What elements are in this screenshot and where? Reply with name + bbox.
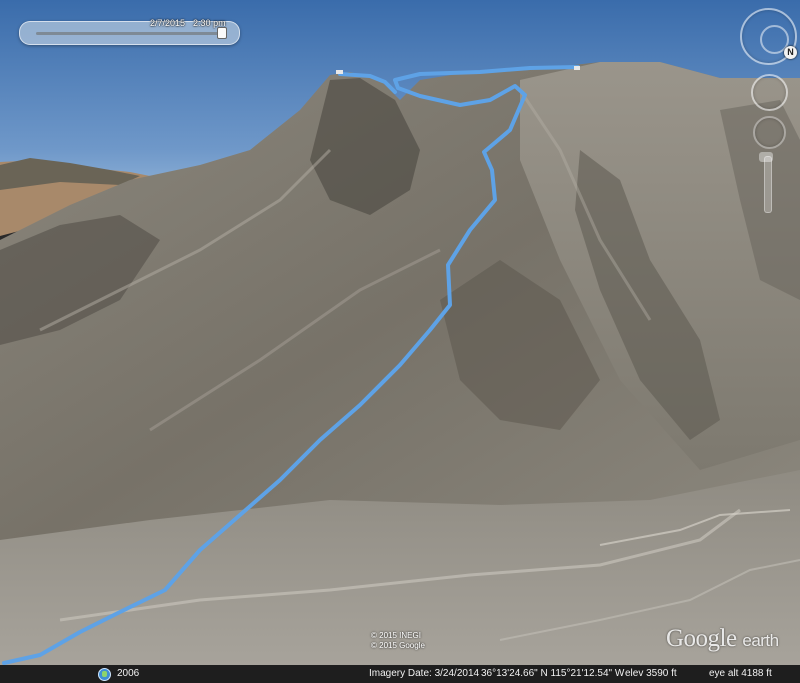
zoom-slider[interactable] (764, 156, 772, 213)
google-earth-logo: Google earth (666, 625, 779, 653)
move-joystick[interactable] (753, 116, 786, 149)
imagery-attribution: © 2015 INEGI © 2015 Google (371, 631, 425, 651)
historical-imagery-icon[interactable] (98, 668, 111, 681)
elevation-readout: elev 3590 ft (625, 668, 677, 679)
north-up-button[interactable]: N (784, 46, 797, 59)
imagery-date: Imagery Date: 3/24/2014 (369, 668, 480, 679)
summit-flag-left (336, 70, 343, 74)
time-slider-thumb[interactable] (217, 27, 227, 39)
eye-altitude-readout: eye alt 4188 ft (709, 668, 772, 679)
globe-viewport[interactable]: 2/7/2015 2:30 pm N © 2015 INEGI © 2015 Go… (0, 0, 800, 683)
time-slider-date: 2/7/2015 (150, 18, 186, 28)
cursor-coordinates: 36°13'24.66" N 115°21'12.54" W (481, 668, 625, 679)
historical-imagery-year[interactable]: 2006 (117, 668, 139, 679)
terrain-scene (0, 0, 800, 665)
attribution-line-google: © 2015 Google (371, 641, 425, 650)
logo-google-text: Google (666, 625, 737, 652)
logo-earth-text: earth (742, 631, 779, 650)
attribution-line-inegi: © 2015 INEGI (371, 631, 421, 640)
status-bar: 2006 Imagery Date: 3/24/2014 36°13'24.66… (0, 665, 800, 683)
time-slider-track[interactable] (36, 32, 224, 35)
look-joystick[interactable] (751, 74, 788, 111)
time-slider-time: 2:30 pm (193, 18, 226, 28)
zoom-slider-handle[interactable] (759, 152, 773, 162)
summit-flag-right (574, 66, 580, 70)
navigation-controls: N (735, 6, 800, 216)
time-slider-caption: 2/7/2015 2:30 pm (150, 18, 234, 28)
